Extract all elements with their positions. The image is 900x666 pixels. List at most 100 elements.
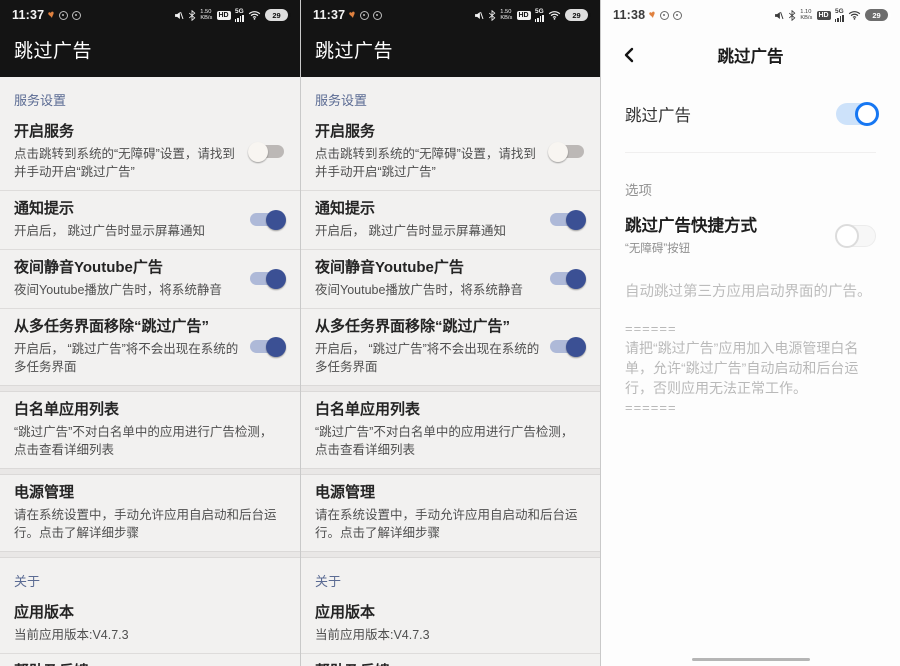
hide-recents-toggle[interactable]	[248, 336, 286, 357]
status-misc-icon-2	[372, 10, 382, 20]
row-title: 开启服务	[14, 123, 75, 140]
row-skip-ads-master[interactable]: 跳过广告	[625, 102, 879, 126]
row-whitelist[interactable]: 白名单应用列表 “跳过广告”不对白名单中的应用进行广告检测，点击查看详细列表	[0, 392, 300, 468]
group-divider	[301, 551, 600, 558]
row-desc: 请在系统设置中，手动允许应用自启动和后台运行。点击了解详细步骤	[14, 508, 277, 540]
status-right-cluster: 1.10 KB/s HD 5G 29	[773, 8, 891, 22]
network-speed-value: 1.10	[800, 9, 812, 15]
enable-service-toggle[interactable]	[248, 141, 286, 162]
row-youtube-mute[interactable]: 夜间静音Youtube广告 夜间Youtube播放广告时，将系统静音	[0, 250, 300, 308]
hd-badge: HD	[216, 10, 231, 20]
row-desc: “无障碍”按钮	[625, 243, 691, 255]
group-divider	[0, 468, 300, 475]
row-title: 帮助及反馈	[315, 662, 578, 666]
cellular-signal-icon: 5G	[234, 8, 244, 22]
row-whitelist-text: 白名单应用列表 “跳过广告”不对白名单中的应用进行广告检测，点击查看详细列表	[14, 400, 286, 459]
shortcut-toggle[interactable]	[835, 223, 876, 248]
group-divider	[0, 551, 300, 558]
youtube-mute-toggle[interactable]	[548, 268, 586, 289]
row-desc: 夜间Youtube播放广告时，将系统静音	[14, 283, 222, 297]
status-misc-icon-1	[359, 10, 369, 20]
mute-icon	[473, 10, 484, 21]
phone-screenshot-1: 11:37 ♥ 1.50 KB/s HD 5G 29 跳过广告 服务设置 开启服	[0, 0, 300, 666]
battery-icon: 29	[865, 9, 891, 21]
battery-icon: 29	[265, 9, 291, 21]
row-title: 开启服务	[315, 123, 376, 140]
toggle-thumb	[266, 336, 286, 357]
youtube-mute-toggle[interactable]	[248, 268, 286, 289]
row-enable-service[interactable]: 开启服务 点击跳转到系统的“无障碍”设置，请找到并手动开启“跳过广告”	[301, 114, 600, 190]
nav-bar: 跳过广告	[601, 34, 900, 76]
row-feedback-text: 帮助及反馈 查看应用说明文档，或者向作者提交反馈	[315, 662, 586, 666]
hide-recents-toggle[interactable]	[548, 336, 586, 357]
status-misc-icon-2	[672, 10, 682, 20]
hint-text: 自动跳过第三方应用启动界面的广告。	[625, 284, 872, 300]
row-title: 夜间静音Youtube广告	[14, 259, 163, 276]
status-time: 11:37	[12, 8, 45, 22]
row-enable-service[interactable]: 开启服务 点击跳转到系统的“无障碍”设置，请找到并手动开启“跳过广告”	[0, 114, 300, 190]
network-speed-unit: KB/s	[500, 15, 513, 21]
row-power-text: 电源管理 请在系统设置中，手动允许应用自启动和后台运行。点击了解详细步骤	[315, 483, 586, 542]
status-time: 11:37	[313, 8, 346, 22]
row-shortcut-text: 跳过广告快捷方式 “无障碍”按钮	[625, 215, 757, 256]
row-version[interactable]: 应用版本 当前应用版本:V4.7.3	[301, 595, 600, 653]
network-speed-unit: KB/s	[800, 15, 813, 21]
row-hide-recents[interactable]: 从多任务界面移除“跳过广告” 开启后， “跳过广告”将不会出现在系统的多任务界面	[301, 309, 600, 385]
toggle-thumb	[566, 209, 586, 230]
row-notification-text: 通知提示 开启后， 跳过广告时显示屏幕通知	[14, 199, 248, 240]
row-feedback-text: 帮助及反馈 查看应用说明文档，或者向作者提交反馈	[14, 662, 286, 666]
row-title: 应用版本	[315, 604, 376, 621]
row-version[interactable]: 应用版本 当前应用版本:V4.7.3	[0, 595, 300, 653]
row-title: 帮助及反馈	[14, 662, 278, 666]
back-button[interactable]	[619, 45, 639, 65]
row-power[interactable]: 电源管理 请在系统设置中，手动允许应用自启动和后台运行。点击了解详细步骤	[0, 475, 300, 551]
notice-divider-top: ======	[625, 321, 677, 336]
signal-bars-icon	[834, 14, 844, 22]
row-notification[interactable]: 通知提示 开启后， 跳过广告时显示屏幕通知	[301, 191, 600, 249]
heart-icon: ♥	[348, 8, 357, 22]
row-title: 白名单应用列表	[14, 401, 120, 418]
divider	[625, 152, 876, 153]
row-hide-recents-text: 从多任务界面移除“跳过广告” 开启后， “跳过广告”将不会出现在系统的多任务界面	[315, 317, 548, 376]
row-hide-recents[interactable]: 从多任务界面移除“跳过广告” 开启后， “跳过广告”将不会出现在系统的多任务界面	[0, 309, 300, 385]
status-misc-icon-1	[659, 10, 669, 20]
page-content: 跳过广告 选项 跳过广告快捷方式 “无障碍”按钮 自动跳过第三方应用启动界面的广…	[601, 102, 900, 415]
toggle-thumb	[566, 336, 586, 357]
battery-icon: 29	[565, 9, 591, 21]
section-label-about: 关于	[14, 574, 41, 589]
row-feedback[interactable]: 帮助及反馈 查看应用说明文档，或者向作者提交反馈	[0, 654, 300, 666]
row-title: 电源管理	[315, 484, 376, 501]
row-youtube-mute-text: 夜间静音Youtube广告 夜间Youtube播放广告时，将系统静音	[315, 258, 548, 299]
toggle-thumb	[266, 209, 286, 230]
section-label-about: 关于	[315, 574, 342, 589]
toggle-thumb	[855, 102, 879, 126]
row-desc: 点击跳转到系统的“无障碍”设置，请找到并手动开启“跳过广告”	[315, 147, 536, 179]
row-power-text: 电源管理 请在系统设置中，手动允许应用自启动和后台运行。点击了解详细步骤	[14, 483, 286, 542]
notice-block: ====== 请把“跳过广告”应用加入电源管理白名单，允许“跳过广告”自动启动和…	[625, 321, 876, 415]
notification-toggle[interactable]	[248, 209, 286, 230]
skip-ads-master-toggle[interactable]	[836, 102, 879, 126]
signal-bars-icon	[234, 14, 244, 22]
row-whitelist[interactable]: 白名单应用列表 “跳过广告”不对白名单中的应用进行广告检测，点击查看详细列表	[301, 392, 600, 468]
home-indicator[interactable]	[691, 657, 810, 661]
row-desc: 开启后， 跳过广告时显示屏幕通知	[14, 224, 205, 238]
row-notification[interactable]: 通知提示 开启后， 跳过广告时显示屏幕通知	[0, 191, 300, 249]
toggle-thumb	[835, 223, 859, 248]
row-shortcut[interactable]: 跳过广告快捷方式 “无障碍”按钮	[625, 215, 876, 256]
phone-screenshot-3: 11:38 ♥ 1.10 KB/s HD 5G 29 跳过广告 跳过广告 选项 …	[600, 0, 900, 666]
row-power[interactable]: 电源管理 请在系统设置中，手动允许应用自启动和后台运行。点击了解详细步骤	[301, 475, 600, 551]
status-bar: 11:37 ♥ 1.50 KB/s HD 5G 29	[301, 0, 600, 26]
row-feedback[interactable]: 帮助及反馈 查看应用说明文档，或者向作者提交反馈	[301, 654, 600, 666]
section-label-service: 服务设置	[14, 93, 67, 108]
row-desc: 夜间Youtube播放广告时，将系统静音	[315, 283, 523, 297]
row-desc: “跳过广告”不对白名单中的应用进行广告检测，点击查看详细列表	[14, 425, 273, 457]
network-speed: 1.50 KB/s	[500, 9, 513, 21]
row-youtube-mute[interactable]: 夜间静音Youtube广告 夜间Youtube播放广告时，将系统静音	[301, 250, 600, 308]
enable-service-toggle[interactable]	[548, 141, 586, 162]
signal-bars-icon	[534, 14, 544, 22]
notification-toggle[interactable]	[548, 209, 586, 230]
row-title: 通知提示	[315, 200, 376, 217]
status-left-cluster: 11:37 ♥	[12, 8, 81, 22]
row-title: 从多任务界面移除“跳过广告”	[315, 318, 511, 335]
mute-icon	[773, 10, 784, 21]
